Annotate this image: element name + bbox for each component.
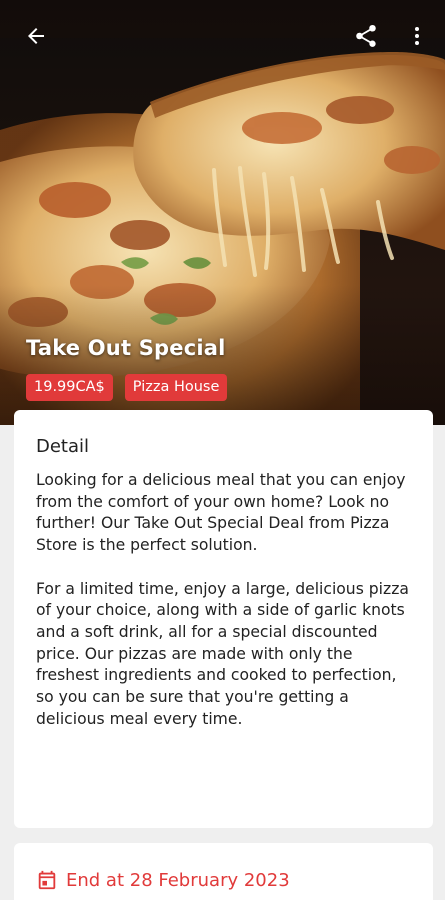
detail-card: Detail Looking for a delicious meal that…	[14, 410, 433, 828]
price-badge: 19.99CA$	[26, 374, 113, 401]
arrow-left-icon	[28, 28, 44, 44]
detail-heading: Detail	[36, 436, 90, 457]
offer-badges: 19.99CA$ Pizza House	[26, 374, 228, 401]
back-button[interactable]	[20, 20, 52, 52]
end-date-card: End at 28 February 2023	[14, 843, 433, 900]
detail-description: Looking for a delicious meal that you ca…	[36, 470, 414, 730]
more-options-button[interactable]	[401, 20, 433, 52]
share-button[interactable]	[350, 20, 382, 52]
store-badge[interactable]: Pizza House	[124, 374, 228, 401]
calendar-icon	[38, 870, 56, 890]
detail-paragraph: For a limited time, enjoy a large, delic…	[36, 579, 409, 728]
end-date-label: End at 28 February 2023	[66, 869, 290, 891]
more-vertical-icon	[415, 27, 419, 45]
detail-paragraph: Looking for a delicious meal that you ca…	[36, 471, 406, 555]
share-icon	[356, 25, 376, 47]
offer-title: Take Out Special	[26, 336, 226, 360]
end-date-row: End at 28 February 2023	[36, 869, 290, 891]
offer-screen: Take Out Special 19.99CA$ Pizza House De…	[0, 0, 445, 900]
top-app-bar	[0, 0, 445, 72]
